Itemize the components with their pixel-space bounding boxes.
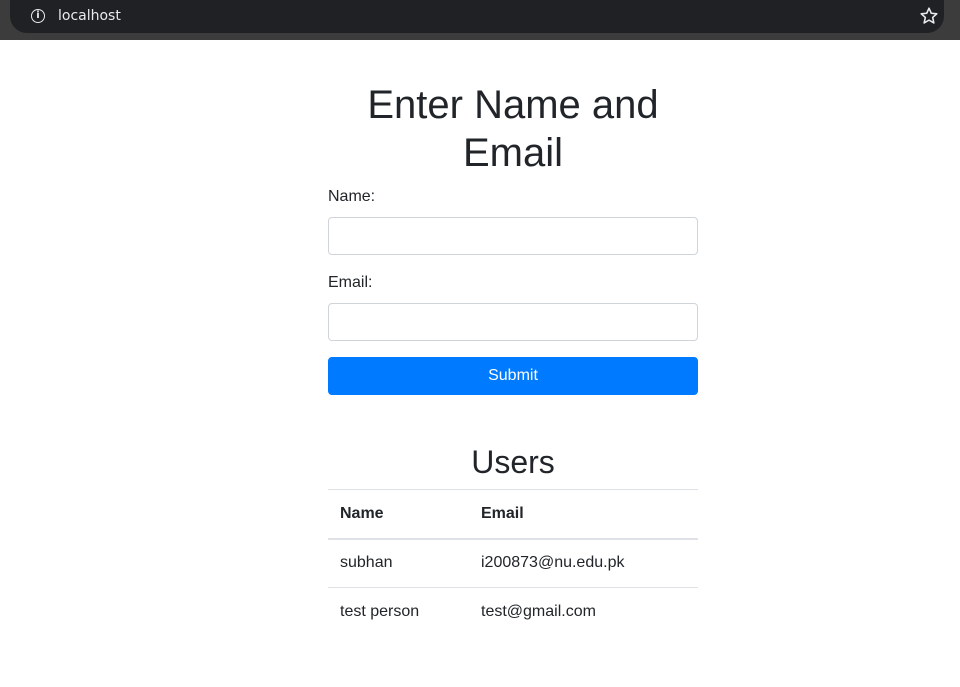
table-row: subhan i200873@nu.edu.pk xyxy=(328,539,698,588)
user-name-cell: subhan xyxy=(340,554,393,572)
address-bar[interactable]: i localhost xyxy=(10,0,944,33)
name-input[interactable] xyxy=(328,217,698,255)
info-icon[interactable]: i xyxy=(31,9,45,23)
submit-button[interactable]: Submit xyxy=(328,357,698,395)
browser-toolbar: i localhost xyxy=(0,0,960,40)
name-label: Name: xyxy=(328,188,376,205)
user-name-cell: test person xyxy=(328,587,469,637)
email-input[interactable] xyxy=(328,303,698,341)
table-header-row: Name Email xyxy=(328,489,698,540)
user-email-cell: test@gmail.com xyxy=(469,587,698,637)
column-header-email: Email xyxy=(469,489,698,540)
table-row: test person test@gmail.com xyxy=(328,587,698,637)
users-title: Users xyxy=(471,444,555,480)
user-email-cell: i200873@nu.edu.pk xyxy=(481,554,625,572)
star-icon[interactable] xyxy=(918,5,940,27)
url-text[interactable]: localhost xyxy=(58,7,121,25)
column-header-name: Name xyxy=(328,489,469,540)
page-title: Enter Name and Email xyxy=(367,83,659,175)
users-table: Name Email subhan i200873@nu.edu.pk test… xyxy=(328,489,698,637)
email-label: Email: xyxy=(328,274,373,291)
